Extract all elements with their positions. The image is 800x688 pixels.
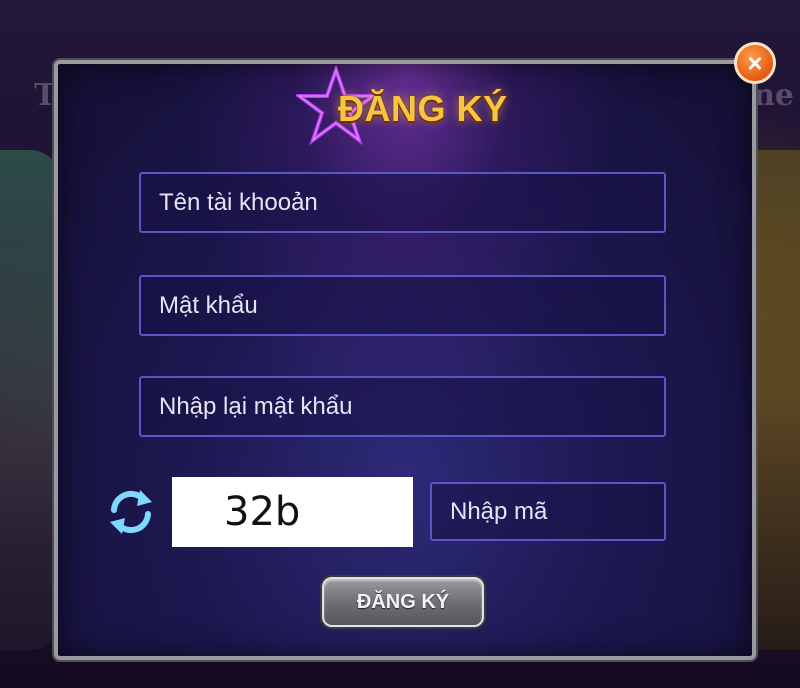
captcha-input[interactable]: Nhập mã (430, 482, 666, 541)
password-input[interactable]: Mật khẩu (139, 275, 666, 336)
close-button[interactable]: × (734, 42, 776, 84)
background-banner-right (754, 150, 800, 650)
background-character-left (0, 150, 60, 650)
captcha-image: 32b (172, 477, 413, 547)
register-button-label: ĐĂNG KÝ (356, 590, 450, 613)
register-button[interactable]: ĐĂNG KÝ (322, 577, 484, 627)
register-dialog (54, 60, 756, 660)
username-placeholder: Tên tài khooản (159, 188, 318, 216)
dialog-title: ĐĂNG KÝ (338, 88, 508, 129)
close-icon: × (747, 48, 763, 78)
refresh-icon[interactable] (104, 488, 158, 536)
captcha-code: 32b (224, 489, 301, 535)
background-text-left: T (34, 78, 57, 113)
captcha-placeholder: Nhập mã (450, 497, 548, 525)
confirm-password-input[interactable]: Nhập lại mật khẩu (139, 376, 666, 437)
confirm-password-placeholder: Nhập lại mật khẩu (159, 392, 353, 420)
password-placeholder: Mật khẩu (159, 291, 258, 319)
username-input[interactable]: Tên tài khooản (139, 172, 666, 233)
